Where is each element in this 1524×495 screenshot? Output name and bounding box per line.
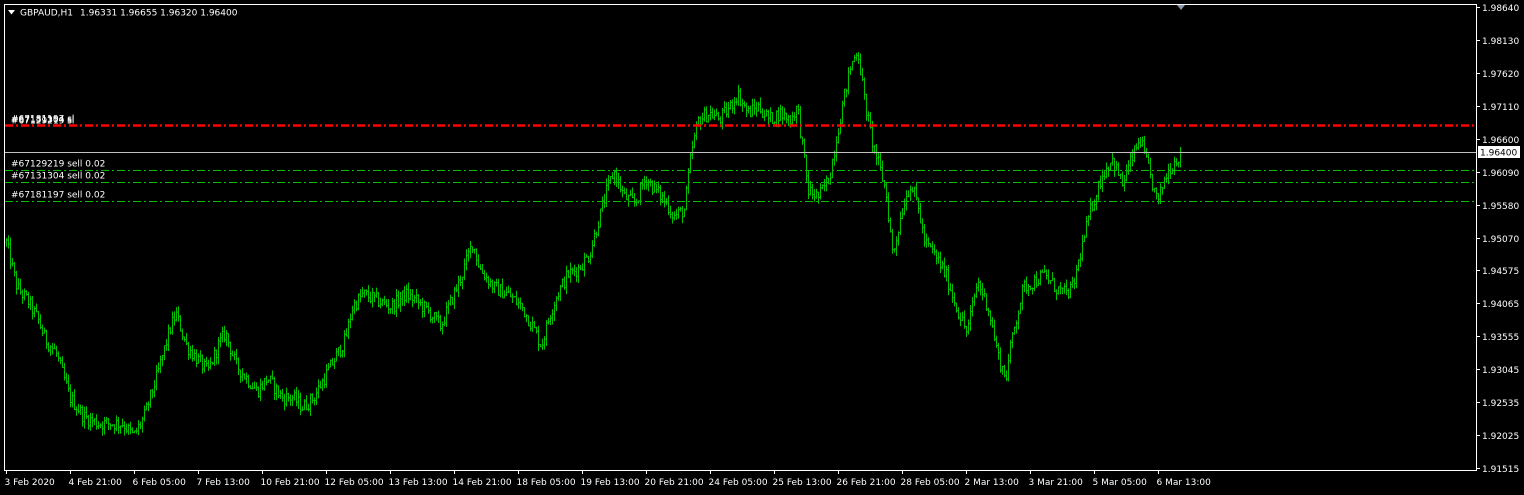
y-tick-label: 1.97110 (1482, 103, 1519, 113)
y-tick-label: 1.92025 (1482, 432, 1519, 442)
y-tick-label: 1.95580 (1482, 202, 1519, 212)
y-tick-label: 1.96090 (1482, 169, 1519, 179)
x-tick-label: 13 Feb 13:00 (389, 478, 448, 488)
y-tick-label: 1.94065 (1482, 300, 1519, 310)
x-tick-label: 6 Feb 05:00 (133, 478, 187, 488)
stop-loss-label: #67129219 sl (11, 117, 74, 127)
y-tick-label: 1.92535 (1482, 399, 1519, 409)
chart-ohlc: 1.96331 1.96655 1.96320 1.96400 (80, 9, 238, 19)
x-tick-label: 5 Mar 05:00 (1093, 478, 1148, 488)
x-tick-label: 12 Feb 05:00 (325, 478, 384, 488)
x-tick-label: 10 Feb 21:00 (261, 478, 320, 488)
y-tick-label: 1.95070 (1482, 235, 1519, 245)
y-tick-label: 1.96600 (1482, 136, 1519, 146)
chart-symbol: GBPAUD,H1 (20, 9, 73, 19)
y-tick-label: 1.93555 (1482, 333, 1519, 343)
x-tick-label: 24 Feb 05:00 (709, 478, 768, 488)
x-tick-label: 28 Feb 05:00 (901, 478, 960, 488)
y-tick-label: 1.93045 (1482, 366, 1519, 376)
order-label: #67131304 sell 0.02 (11, 172, 105, 182)
y-tick-label: 1.94575 (1482, 267, 1519, 277)
y-tick-label: 1.97620 (1482, 70, 1519, 80)
price-axis[interactable]: 1.98640 1.98130 1.97620 1.97110 1.96600 1.960… (1476, 4, 1519, 475)
y-tick-label: 1.98130 (1482, 37, 1519, 47)
x-tick-label: 26 Feb 21:00 (837, 478, 896, 488)
x-tick-label: 3 Feb 2020 (5, 478, 56, 488)
x-tick-label: 3 Mar 21:00 (1029, 478, 1084, 488)
order-label: #67181197 sell 0.02 (11, 191, 105, 201)
y-tick-label: 1.98640 (1482, 4, 1519, 14)
x-tick-label: 18 Feb 05:00 (517, 478, 576, 488)
x-tick-label: 2 Mar 13:00 (965, 478, 1020, 488)
x-tick-label: 7 Feb 13:00 (197, 478, 251, 488)
order-label: #67129219 sell 0.02 (11, 160, 105, 170)
x-tick-label: 25 Feb 13:00 (773, 478, 832, 488)
x-tick-label: 6 Mar 13:00 (1157, 478, 1212, 488)
current-price-label: 1.96400 (1480, 149, 1517, 159)
price-chart[interactable]: #67181197 sl#67131304 sl#67129219 sl#671… (0, 0, 1524, 495)
x-tick-label: 4 Feb 21:00 (69, 478, 123, 488)
x-tick-label: 19 Feb 13:00 (581, 478, 640, 488)
x-tick-label: 14 Feb 21:00 (453, 478, 512, 488)
y-tick-label: 1.91515 (1482, 465, 1519, 475)
x-tick-label: 20 Feb 21:00 (645, 478, 704, 488)
